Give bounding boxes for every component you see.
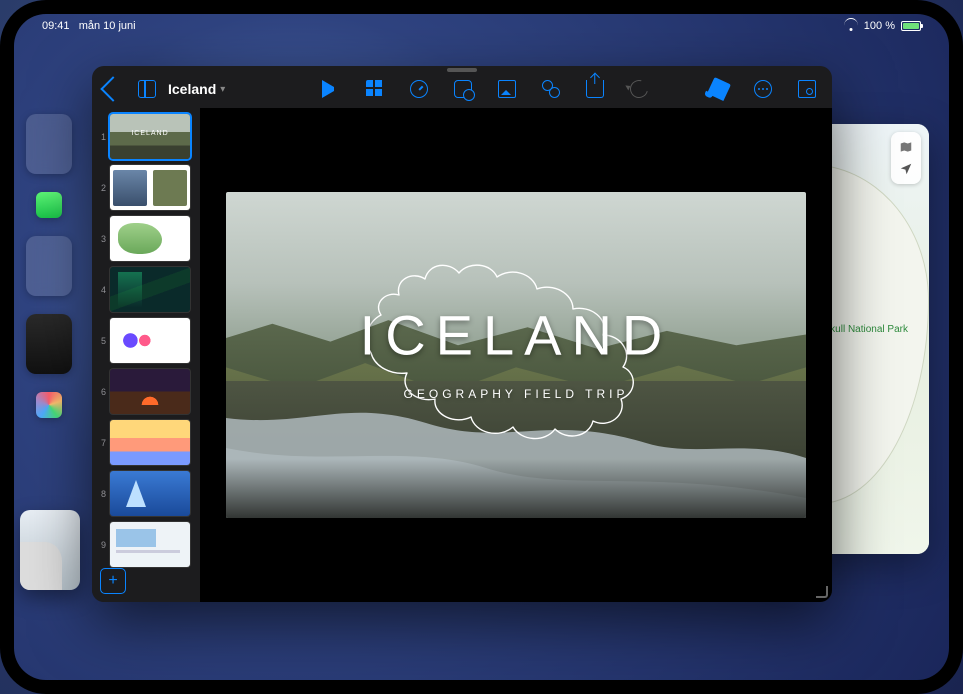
slide-thumb-4[interactable]: 4 xyxy=(96,267,196,312)
wifi-icon xyxy=(844,21,858,31)
back-button[interactable] xyxy=(98,74,128,104)
battery-icon xyxy=(901,21,921,31)
app-switcher-strip xyxy=(26,114,72,620)
slide-content[interactable]: ICELAND GEOGRAPHY FIELD TRIP xyxy=(226,192,806,518)
document-title: Iceland xyxy=(168,81,216,97)
keynote-window: Iceland ▾ 1 xyxy=(92,66,832,602)
photos-app-icon[interactable] xyxy=(36,392,62,418)
status-right: 100 % xyxy=(844,20,921,32)
document-title-dropdown[interactable]: Iceland ▾ xyxy=(168,81,225,97)
slide-thumb-2[interactable]: 2 xyxy=(96,165,196,210)
battery-percent: 100 % xyxy=(864,20,895,32)
slide-navigator[interactable]: 1 2 3 4 5 xyxy=(92,108,200,602)
slide-thumb-9[interactable]: 9 xyxy=(96,522,196,567)
play-button[interactable] xyxy=(316,74,346,104)
slide-thumb-3[interactable]: 3 xyxy=(96,216,196,261)
undo-button[interactable] xyxy=(624,74,654,104)
insert-media-button[interactable] xyxy=(492,74,522,104)
maps-controls xyxy=(891,132,921,184)
window-resize-handle[interactable] xyxy=(812,582,828,598)
slide-thumb-7[interactable]: 7 xyxy=(96,420,196,465)
collaborate-button[interactable] xyxy=(536,74,566,104)
insert-shape-button[interactable] xyxy=(448,74,478,104)
sidebar-toggle-button[interactable] xyxy=(132,74,162,104)
slide-thumb-8[interactable]: 8 xyxy=(96,471,196,516)
messages-app-icon[interactable] xyxy=(36,192,62,218)
format-brush-button[interactable] xyxy=(704,74,734,104)
window-drag-handle[interactable] xyxy=(447,68,477,72)
slide-thumb-1[interactable]: 1 xyxy=(96,114,196,159)
status-left: 09:41 mån 10 juni xyxy=(42,20,136,32)
locate-me-button[interactable] xyxy=(895,158,917,180)
map-layers-button[interactable] xyxy=(895,136,917,158)
slide-subtitle-text[interactable]: GEOGRAPHY FIELD TRIP xyxy=(404,387,629,401)
status-bar: 09:41 mån 10 juni 100 % xyxy=(14,14,949,38)
slide-title-text[interactable]: ICELAND xyxy=(360,303,673,368)
add-slide-button[interactable]: + xyxy=(100,568,126,594)
share-button[interactable] xyxy=(580,74,610,104)
map-icon xyxy=(899,140,913,154)
animate-button[interactable] xyxy=(404,74,434,104)
location-arrow-icon xyxy=(899,162,913,176)
slide-thumb-6[interactable]: 6 xyxy=(96,369,196,414)
keynote-toolbar: Iceland ▾ xyxy=(92,66,832,108)
background-window-2[interactable] xyxy=(26,236,72,296)
background-window-1[interactable] xyxy=(26,114,72,174)
calculator-window[interactable] xyxy=(26,314,72,374)
slide-canvas[interactable]: ICELAND GEOGRAPHY FIELD TRIP xyxy=(200,108,832,602)
document-options-button[interactable] xyxy=(792,74,822,104)
chevron-down-icon: ▾ xyxy=(220,84,225,95)
status-date: mån 10 juni xyxy=(79,20,136,32)
status-time: 09:41 xyxy=(42,20,70,32)
insert-table-button[interactable] xyxy=(360,74,390,104)
more-button[interactable] xyxy=(748,74,778,104)
slide-thumb-5[interactable]: 5 xyxy=(96,318,196,363)
